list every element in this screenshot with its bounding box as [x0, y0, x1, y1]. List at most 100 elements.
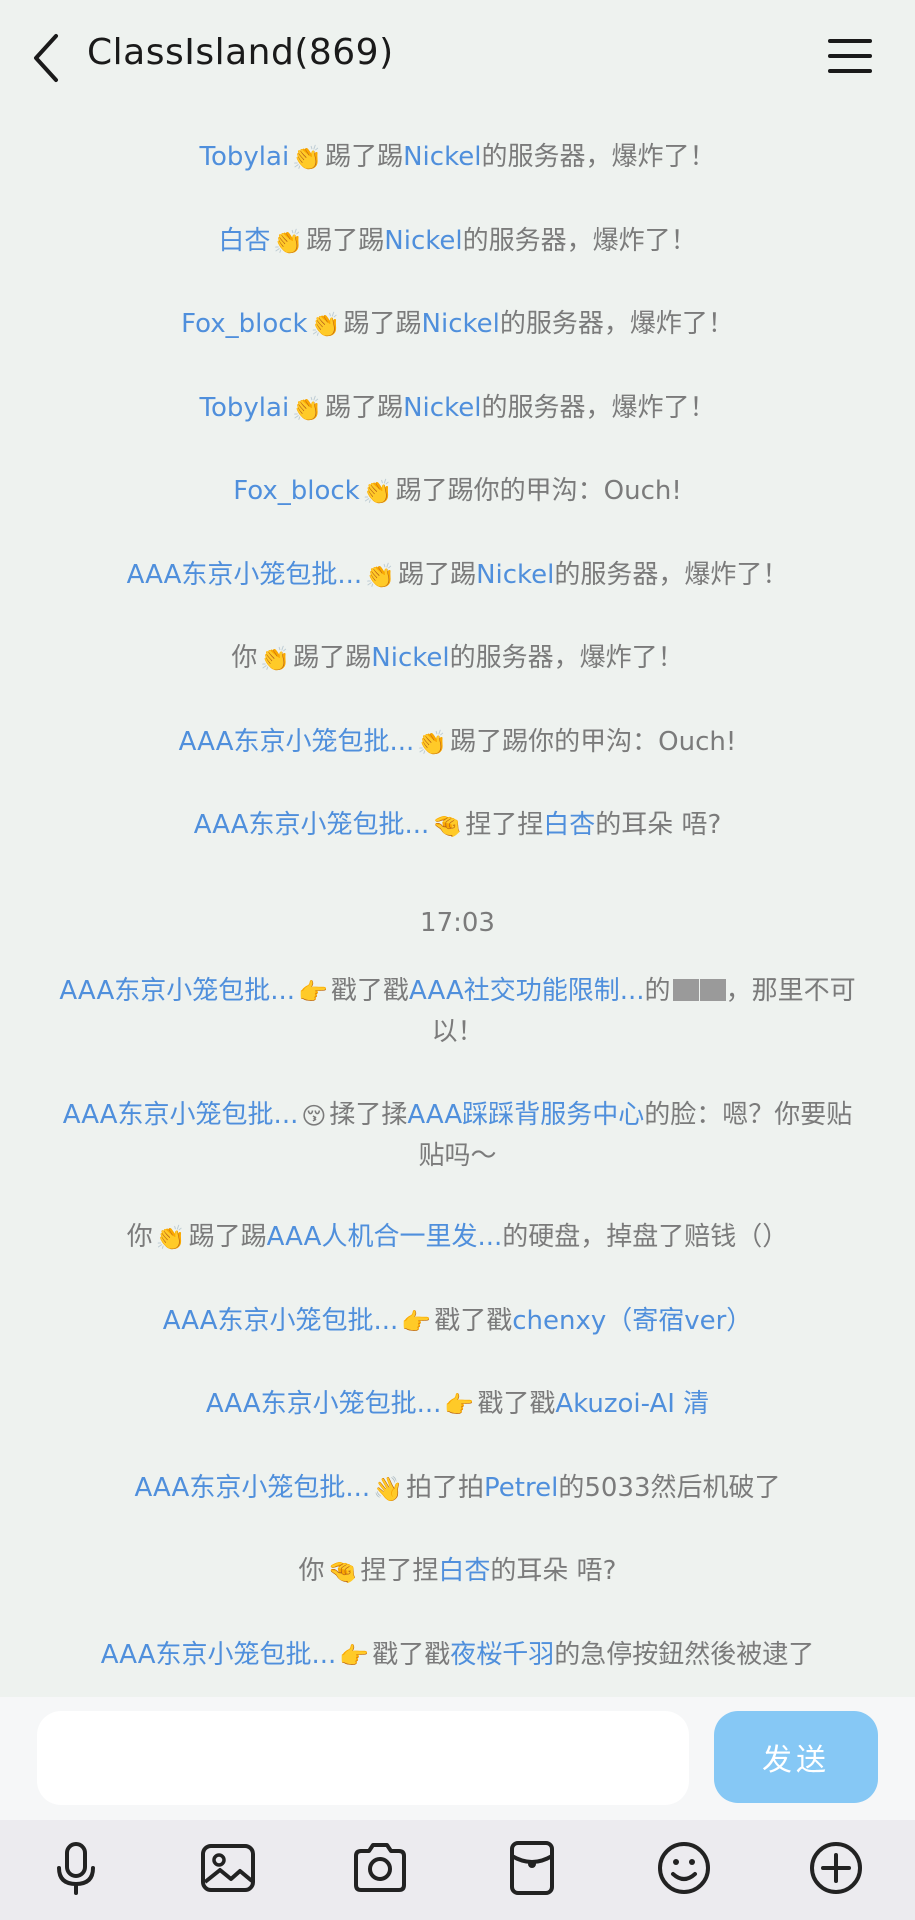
action-emoji-icon: 👉 — [298, 978, 328, 1006]
action-text: 的服务器，爆炸了！ — [499, 309, 734, 339]
system-message: AAA东京小笼包批... 🤏 捏了捏白杏的耳朵 唔? — [50, 805, 865, 846]
system-message: AAA东京小笼包批... 👉 戳了戳chenxy（寄宿ver） — [50, 1301, 865, 1342]
user-name-link[interactable]: AAA社交功能限制... — [409, 976, 645, 1006]
back-arrow-icon[interactable] — [28, 30, 68, 86]
user-name-link[interactable]: AAA东京小笼包批... — [194, 810, 430, 840]
user-name-link[interactable]: AAA东京小笼包批... — [135, 1473, 371, 1503]
action-emoji-icon: 👏 — [155, 1224, 186, 1252]
user-name-link[interactable]: AAA东京小笼包批... — [101, 1640, 337, 1670]
system-message: 你 👏 踢了踢AAA人机合一里发...的硬盘，掉盘了赔钱（） — [50, 1217, 865, 1258]
action-text: 戳了戳 — [330, 976, 409, 1006]
microphone-icon[interactable] — [46, 1838, 106, 1898]
system-message: AAA东京小笼包批... 👏 踢了踢Nickel的服务器，爆炸了！ — [50, 555, 865, 596]
user-name-link[interactable]: Akuzoi-AI 清 — [555, 1389, 709, 1419]
user-name-link[interactable]: Fox_block — [233, 476, 360, 506]
action-emoji-icon: 🤏 — [327, 1558, 358, 1586]
action-text: 的5033然后机破了 — [558, 1473, 781, 1503]
action-text: 的服务器，爆炸了！ — [481, 142, 716, 172]
message-feed[interactable]: Tobylai 👏 踢了踢Nickel的服务器，爆炸了！ 白杏 👏 踢了踢Nickel的… — [0, 116, 915, 1696]
user-name-link[interactable]: 白杏 — [218, 226, 270, 256]
system-message: AAA东京小笼包批... 😚 揉了揉AAA踩踩背服务中心的脸：嗯？你要贴贴吗～ — [50, 1095, 865, 1176]
action-text: 戳了戳 — [372, 1640, 451, 1670]
user-name-link[interactable]: Tobylai — [200, 142, 290, 172]
action-emoji-icon: 👋 — [373, 1475, 404, 1503]
image-icon[interactable] — [198, 1838, 258, 1898]
composer-toolbar — [0, 1820, 915, 1920]
user-name-link[interactable]: Fox_block — [181, 309, 308, 339]
action-text: 的耳朵 唔? — [490, 1556, 617, 1586]
user-name-link[interactable]: 白杏 — [543, 810, 595, 840]
red-packet-icon[interactable] — [502, 1838, 562, 1898]
user-name-link[interactable]: Nickel — [403, 393, 481, 423]
user-name-link[interactable]: Nickel — [371, 643, 449, 673]
message-input[interactable] — [37, 1711, 689, 1805]
action-text: 捏了捏 — [465, 810, 544, 840]
user-name-link[interactable]: Nickel — [422, 309, 500, 339]
menu-icon[interactable] — [828, 36, 872, 76]
user-name-link[interactable]: Tobylai — [200, 393, 290, 423]
user-name-link[interactable]: 白杏 — [438, 1556, 490, 1586]
action-text: 戳了戳 — [434, 1306, 513, 1336]
send-button[interactable]: 发送 — [714, 1711, 878, 1803]
redacted-text — [671, 976, 726, 1006]
action-text: 你 — [298, 1556, 325, 1586]
plus-icon[interactable] — [806, 1838, 866, 1898]
user-name-link[interactable]: Nickel — [476, 560, 554, 590]
user-name-link[interactable]: AAA踩踩背服务中心 — [407, 1100, 644, 1130]
action-emoji-icon: 👏 — [292, 144, 323, 172]
action-emoji-icon: 👏 — [260, 645, 291, 673]
system-message: Tobylai 👏 踢了踢Nickel的服务器，爆炸了！ — [50, 137, 865, 178]
camera-icon[interactable] — [350, 1838, 410, 1898]
system-message: AAA东京小笼包批... 👉 戳了戳AAA社交功能限制...的 ，那里不可以！ — [50, 971, 865, 1052]
action-text: 的服务器，爆炸了！ — [554, 560, 789, 590]
emoji-icon[interactable] — [654, 1838, 714, 1898]
user-name-link[interactable]: Nickel — [384, 226, 462, 256]
action-text: 的耳朵 唔? — [595, 810, 722, 840]
system-message: Tobylai 👏 踢了踢Nickel的服务器，爆炸了！ — [50, 388, 865, 429]
timestamp: 17:03 — [420, 908, 495, 938]
system-message: 你 👏 踢了踢Nickel的服务器，爆炸了！ — [50, 638, 865, 679]
action-text: 的服务器，爆炸了！ — [481, 393, 716, 423]
action-text: 踢了踢 — [325, 142, 404, 172]
system-message: AAA东京小笼包批... 👉 戳了戳Akuzoi-AI 清 — [50, 1384, 865, 1425]
system-message: Fox_block 👏 踢了踢Nickel的服务器，爆炸了！ — [50, 304, 865, 345]
system-message: AAA东京小笼包批... 👉 戳了戳夜桜千羽的急停按鈕然後被逮了 — [50, 1635, 865, 1676]
action-emoji-icon: 😚 — [301, 1102, 327, 1130]
action-text: 拍了拍 — [406, 1473, 485, 1503]
user-name-link[interactable]: AAA东京小笼包批... — [59, 976, 295, 1006]
user-name-link[interactable]: AAA人机合一里发... — [267, 1222, 503, 1252]
user-name-link[interactable]: chenxy（寄宿ver） — [512, 1306, 752, 1336]
redacted-block — [699, 979, 726, 1001]
user-name-link[interactable]: AAA东京小笼包批... — [127, 560, 363, 590]
action-emoji-icon: 👉 — [401, 1308, 432, 1336]
action-text: 踢了踢 — [188, 1222, 267, 1252]
user-name-link[interactable]: Nickel — [403, 142, 481, 172]
action-text: 的急停按鈕然後被逮了 — [554, 1640, 815, 1670]
action-text: 踢了踢你的甲沟：Ouch! — [395, 476, 682, 506]
action-text: 你 — [231, 643, 258, 673]
action-text: 的硬盘，掉盘了赔钱（） — [502, 1222, 789, 1252]
user-name-link[interactable]: AAA东京小笼包批... — [206, 1389, 442, 1419]
user-name-link[interactable]: Petrel — [484, 1473, 558, 1503]
system-message: AAA东京小笼包批... 👏 踢了踢你的甲沟：Ouch! — [50, 722, 865, 763]
chat-header: ClassIsland(869) — [0, 0, 915, 116]
user-name-link[interactable]: 夜桜千羽 — [450, 1640, 554, 1670]
action-text: 的服务器，爆炸了！ — [449, 643, 684, 673]
action-text: 踢了踢 — [325, 393, 404, 423]
system-message: AAA东京小笼包批... 👋 拍了拍Petrel的5033然后机破了 — [50, 1468, 865, 1509]
action-text: 的 — [644, 976, 671, 1006]
user-name-link[interactable]: AAA东京小笼包批... — [63, 1100, 299, 1130]
system-message: 白杏 👏 踢了踢Nickel的服务器，爆炸了！ — [50, 221, 865, 262]
action-text: 捏了捏 — [360, 1556, 439, 1586]
action-emoji-icon: 👏 — [273, 228, 304, 256]
action-emoji-icon: 👏 — [310, 311, 341, 339]
user-name-link[interactable]: AAA东京小笼包批... — [179, 727, 415, 757]
action-text: 踢了踢 — [293, 643, 372, 673]
system-message: Fox_block 👏 踢了踢你的甲沟：Ouch! — [50, 471, 865, 512]
composer-bar: 发送 — [0, 1697, 915, 1820]
action-emoji-icon: 👏 — [365, 562, 396, 590]
user-name-link[interactable]: AAA东京小笼包批... — [163, 1306, 399, 1336]
redacted-block — [672, 979, 699, 1001]
action-emoji-icon: 👏 — [362, 478, 393, 506]
system-message: 你 🤏 捏了捏白杏的耳朵 唔? — [50, 1551, 865, 1592]
